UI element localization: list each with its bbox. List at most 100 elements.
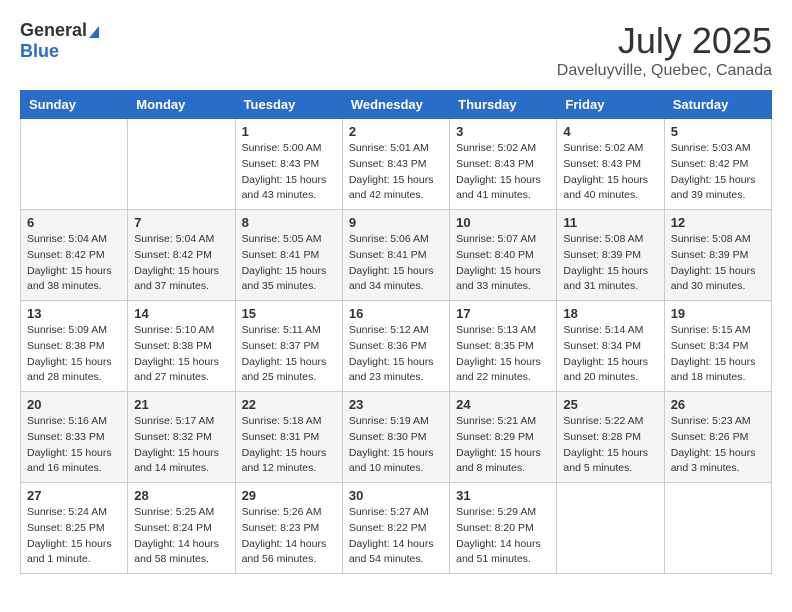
- weekday-header-saturday: Saturday: [664, 91, 771, 119]
- calendar-week-row: 1 Sunrise: 5:00 AMSunset: 8:43 PMDaylight…: [21, 119, 772, 210]
- day-number: 19: [671, 306, 765, 321]
- calendar-cell: 17 Sunrise: 5:13 AMSunset: 8:35 PMDayligh…: [450, 301, 557, 392]
- calendar-week-row: 13 Sunrise: 5:09 AMSunset: 8:38 PMDayligh…: [21, 301, 772, 392]
- title-block: July 2025 Daveluyville, Quebec, Canada: [557, 20, 772, 80]
- day-info: Sunrise: 5:00 AMSunset: 8:43 PMDaylight:…: [242, 141, 336, 204]
- day-number: 29: [242, 488, 336, 503]
- day-info: Sunrise: 5:13 AMSunset: 8:35 PMDaylight:…: [456, 323, 550, 386]
- day-number: 18: [563, 306, 657, 321]
- page-header: General Blue July 2025 Daveluyville, Que…: [20, 20, 772, 80]
- day-number: 5: [671, 124, 765, 139]
- calendar-cell: 28 Sunrise: 5:25 AMSunset: 8:24 PMDayligh…: [128, 483, 235, 574]
- day-number: 7: [134, 215, 228, 230]
- logo-general: General: [20, 20, 87, 40]
- day-info: Sunrise: 5:02 AMSunset: 8:43 PMDaylight:…: [456, 141, 550, 204]
- calendar-cell: 21Sunrise: 5:17 AMSunset: 8:32 PMDayligh…: [128, 392, 235, 483]
- calendar-cell: 13 Sunrise: 5:09 AMSunset: 8:38 PMDayligh…: [21, 301, 128, 392]
- day-info: Sunrise: 5:09 AMSunset: 8:38 PMDaylight:…: [27, 323, 121, 386]
- day-number: 16: [349, 306, 443, 321]
- day-info: Sunrise: 5:19 AMSunset: 8:30 PMDaylight:…: [349, 414, 443, 477]
- day-number: 2: [349, 124, 443, 139]
- day-number: 28: [134, 488, 228, 503]
- calendar-cell: 5 Sunrise: 5:03 AMSunset: 8:42 PMDaylight…: [664, 119, 771, 210]
- day-number: 10: [456, 215, 550, 230]
- day-info: Sunrise: 5:22 AMSunset: 8:28 PMDaylight:…: [563, 414, 657, 477]
- day-info: Sunrise: 5:07 AMSunset: 8:40 PMDaylight:…: [456, 232, 550, 295]
- day-number: 30: [349, 488, 443, 503]
- day-info: Sunrise: 5:26 AMSunset: 8:23 PMDaylight:…: [242, 505, 336, 568]
- weekday-header-sunday: Sunday: [21, 91, 128, 119]
- calendar-cell: 31 Sunrise: 5:29 AMSunset: 8:20 PMDayligh…: [450, 483, 557, 574]
- day-number: 6: [27, 215, 121, 230]
- day-info: Sunrise: 5:27 AMSunset: 8:22 PMDaylight:…: [349, 505, 443, 568]
- day-info: Sunrise: 5:18 AMSunset: 8:31 PMDaylight:…: [242, 414, 336, 477]
- day-info: Sunrise: 5:05 AMSunset: 8:41 PMDaylight:…: [242, 232, 336, 295]
- calendar-cell: 20 Sunrise: 5:16 AMSunset: 8:33 PMDayligh…: [21, 392, 128, 483]
- day-number: 4: [563, 124, 657, 139]
- location: Daveluyville, Quebec, Canada: [557, 62, 772, 80]
- day-info: Sunrise: 5:06 AMSunset: 8:41 PMDaylight:…: [349, 232, 443, 295]
- calendar-cell: 26Sunrise: 5:23 AMSunset: 8:26 PMDayligh…: [664, 392, 771, 483]
- day-info: Sunrise: 5:01 AMSunset: 8:43 PMDaylight:…: [349, 141, 443, 204]
- calendar-cell: 8 Sunrise: 5:05 AMSunset: 8:41 PMDaylight…: [235, 210, 342, 301]
- weekday-header-tuesday: Tuesday: [235, 91, 342, 119]
- calendar-cell: 9 Sunrise: 5:06 AMSunset: 8:41 PMDaylight…: [342, 210, 449, 301]
- day-info: Sunrise: 5:08 AMSunset: 8:39 PMDaylight:…: [671, 232, 765, 295]
- weekday-header-monday: Monday: [128, 91, 235, 119]
- month-title: July 2025: [557, 20, 772, 62]
- day-number: 23: [349, 397, 443, 412]
- calendar-cell: 16 Sunrise: 5:12 AMSunset: 8:36 PMDayligh…: [342, 301, 449, 392]
- day-number: 13: [27, 306, 121, 321]
- calendar-week-row: 6 Sunrise: 5:04 AMSunset: 8:42 PMDaylight…: [21, 210, 772, 301]
- day-number: 17: [456, 306, 550, 321]
- weekday-header-thursday: Thursday: [450, 91, 557, 119]
- day-info: Sunrise: 5:12 AMSunset: 8:36 PMDaylight:…: [349, 323, 443, 386]
- day-number: 1: [242, 124, 336, 139]
- calendar-cell: 25 Sunrise: 5:22 AMSunset: 8:28 PMDayligh…: [557, 392, 664, 483]
- logo-icon: [89, 26, 99, 38]
- day-info: Sunrise: 5:14 AMSunset: 8:34 PMDaylight:…: [563, 323, 657, 386]
- weekday-header-wednesday: Wednesday: [342, 91, 449, 119]
- calendar-cell: 14Sunrise: 5:10 AMSunset: 8:38 PMDayligh…: [128, 301, 235, 392]
- calendar-cell: 19Sunrise: 5:15 AMSunset: 8:34 PMDayligh…: [664, 301, 771, 392]
- day-number: 21: [134, 397, 228, 412]
- day-info: Sunrise: 5:11 AMSunset: 8:37 PMDaylight:…: [242, 323, 336, 386]
- calendar-cell: 1 Sunrise: 5:00 AMSunset: 8:43 PMDaylight…: [235, 119, 342, 210]
- calendar-cell: 11 Sunrise: 5:08 AMSunset: 8:39 PMDayligh…: [557, 210, 664, 301]
- day-number: 9: [349, 215, 443, 230]
- day-number: 14: [134, 306, 228, 321]
- day-number: 15: [242, 306, 336, 321]
- calendar-cell: 24 Sunrise: 5:21 AMSunset: 8:29 PMDayligh…: [450, 392, 557, 483]
- calendar-cell: 3Sunrise: 5:02 AMSunset: 8:43 PMDaylight…: [450, 119, 557, 210]
- day-number: 31: [456, 488, 550, 503]
- calendar-cell: [21, 119, 128, 210]
- day-info: Sunrise: 5:25 AMSunset: 8:24 PMDaylight:…: [134, 505, 228, 568]
- calendar-cell: 23 Sunrise: 5:19 AMSunset: 8:30 PMDayligh…: [342, 392, 449, 483]
- calendar-cell: 6 Sunrise: 5:04 AMSunset: 8:42 PMDaylight…: [21, 210, 128, 301]
- day-info: Sunrise: 5:03 AMSunset: 8:42 PMDaylight:…: [671, 141, 765, 204]
- day-number: 25: [563, 397, 657, 412]
- day-info: Sunrise: 5:21 AMSunset: 8:29 PMDaylight:…: [456, 414, 550, 477]
- day-info: Sunrise: 5:23 AMSunset: 8:26 PMDaylight:…: [671, 414, 765, 477]
- logo-blue: Blue: [20, 41, 59, 61]
- day-info: Sunrise: 5:08 AMSunset: 8:39 PMDaylight:…: [563, 232, 657, 295]
- calendar-cell: 27Sunrise: 5:24 AMSunset: 8:25 PMDayligh…: [21, 483, 128, 574]
- day-number: 8: [242, 215, 336, 230]
- calendar-header-row: SundayMondayTuesdayWednesdayThursdayFrid…: [21, 91, 772, 119]
- day-info: Sunrise: 5:29 AMSunset: 8:20 PMDaylight:…: [456, 505, 550, 568]
- day-number: 11: [563, 215, 657, 230]
- day-info: Sunrise: 5:04 AMSunset: 8:42 PMDaylight:…: [27, 232, 121, 295]
- day-info: Sunrise: 5:24 AMSunset: 8:25 PMDaylight:…: [27, 505, 121, 568]
- day-number: 20: [27, 397, 121, 412]
- day-info: Sunrise: 5:04 AMSunset: 8:42 PMDaylight:…: [134, 232, 228, 295]
- day-number: 24: [456, 397, 550, 412]
- day-info: Sunrise: 5:16 AMSunset: 8:33 PMDaylight:…: [27, 414, 121, 477]
- calendar-week-row: 20 Sunrise: 5:16 AMSunset: 8:33 PMDayligh…: [21, 392, 772, 483]
- calendar-cell: 15 Sunrise: 5:11 AMSunset: 8:37 PMDayligh…: [235, 301, 342, 392]
- calendar-cell: 2 Sunrise: 5:01 AMSunset: 8:43 PMDaylight…: [342, 119, 449, 210]
- calendar-cell: 30 Sunrise: 5:27 AMSunset: 8:22 PMDayligh…: [342, 483, 449, 574]
- calendar-cell: 22Sunrise: 5:18 AMSunset: 8:31 PMDayligh…: [235, 392, 342, 483]
- calendar-cell: 12Sunrise: 5:08 AMSunset: 8:39 PMDayligh…: [664, 210, 771, 301]
- logo: General Blue: [20, 20, 101, 62]
- calendar-cell: 18 Sunrise: 5:14 AMSunset: 8:34 PMDayligh…: [557, 301, 664, 392]
